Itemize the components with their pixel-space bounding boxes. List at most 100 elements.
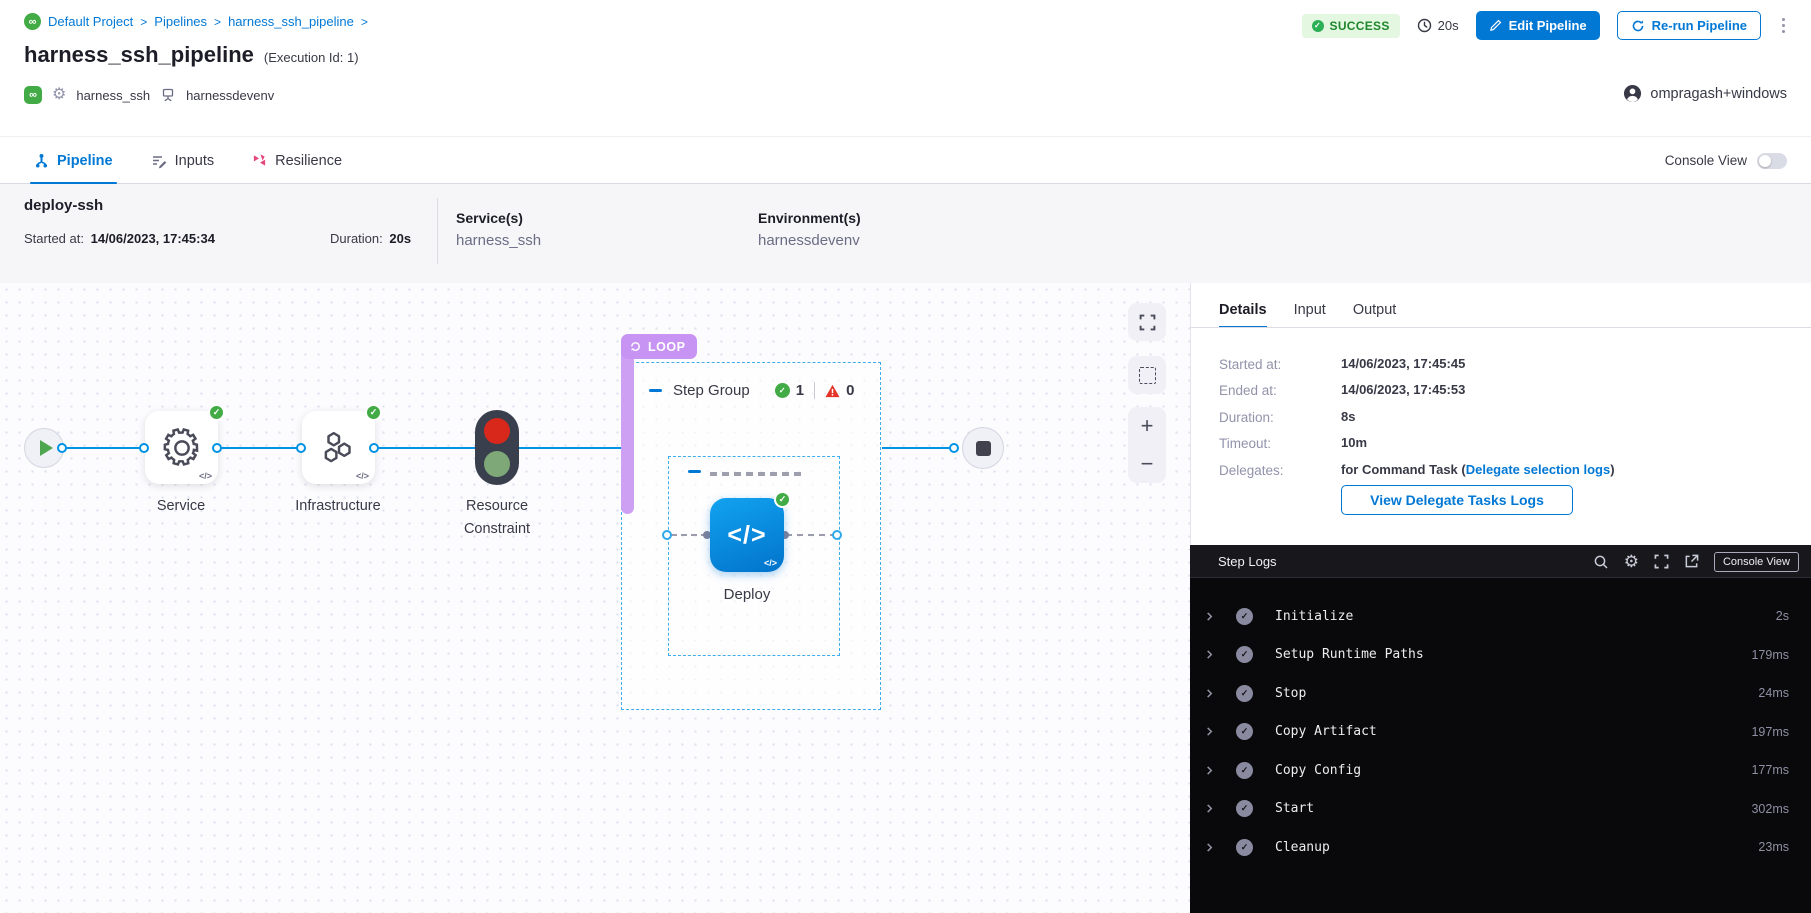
service-node[interactable]: </> ✓ <box>145 411 218 484</box>
collapse-icon[interactable] <box>688 470 701 473</box>
tab-input[interactable]: Input <box>1294 293 1326 327</box>
resource-constraint-label: Resource Constraint <box>437 495 557 541</box>
zoom-out-button[interactable]: − <box>1128 445 1166 483</box>
tab-details[interactable]: Details <box>1219 293 1267 327</box>
tab-output[interactable]: Output <box>1353 293 1397 327</box>
started-at-label: Started at: <box>1219 357 1281 372</box>
search-icon[interactable] <box>1593 554 1609 570</box>
execution-graph-canvas[interactable]: </> ✓ Service </> ✓ Infrastructure Resou… <box>0 283 1190 913</box>
chevron-right-icon[interactable] <box>1204 803 1215 814</box>
chevron-right-icon[interactable] <box>1204 842 1215 853</box>
log-row-setup-runtime-paths[interactable]: ✓ Setup Runtime Paths 179ms <box>1190 636 1811 675</box>
stop-icon <box>976 441 991 456</box>
expand-logs-icon[interactable] <box>1654 554 1669 569</box>
details-tabs: Details Input Output <box>1219 293 1396 327</box>
chevron-right-icon[interactable] <box>1204 688 1215 699</box>
tab-pipeline-label: Pipeline <box>57 153 113 169</box>
traffic-red-light <box>484 418 510 444</box>
infrastructure-node-label: Infrastructure <box>278 495 398 518</box>
code-badge: </> <box>356 471 369 481</box>
log-row-start[interactable]: ✓ Start 302ms <box>1190 790 1811 829</box>
log-settings-gear-icon[interactable]: ⚙ <box>1624 552 1639 572</box>
chevron-right-icon[interactable] <box>1204 649 1215 660</box>
console-view-button[interactable]: Console View <box>1714 552 1799 572</box>
avatar-icon <box>1623 84 1642 103</box>
open-in-new-tab-icon[interactable] <box>1684 554 1699 569</box>
infrastructure-node[interactable]: </> ✓ <box>302 411 375 484</box>
connector-dot <box>949 443 959 453</box>
duration-label: Duration: <box>1219 410 1274 425</box>
resource-constraint-node[interactable] <box>475 410 519 485</box>
traffic-green-light <box>484 451 510 477</box>
edit-pipeline-button[interactable]: Edit Pipeline <box>1476 11 1600 40</box>
console-view-toggle[interactable] <box>1757 153 1787 169</box>
stage-duration: Duration: 20s <box>330 231 411 246</box>
log-row-copy-artifact[interactable]: ✓ Copy Artifact 197ms <box>1190 713 1811 752</box>
end-node[interactable] <box>962 427 1004 469</box>
chevron-right-icon[interactable] <box>1204 726 1215 737</box>
page-title: harness_ssh_pipeline <box>24 42 254 68</box>
step-logs-panel: Step Logs ⚙ Console View ✓ Initialize <box>1190 545 1811 913</box>
pipeline-execution-page: ∞ Default Project > Pipelines > harness_… <box>0 0 1811 913</box>
success-check-icon: ✓ <box>1236 839 1253 856</box>
edge-infrastructure-resource <box>374 447 475 449</box>
rerun-pipeline-button[interactable]: Re-run Pipeline <box>1617 11 1761 40</box>
tab-pipeline[interactable]: Pipeline <box>34 137 113 184</box>
loop-strategy-badge[interactable]: LOOP <box>621 334 697 359</box>
gear-icon: ⚙ <box>52 87 66 103</box>
environments-value[interactable]: harnessdevenv <box>758 232 860 249</box>
collapse-icon[interactable] <box>649 389 662 392</box>
chevron-right-icon[interactable] <box>1204 765 1215 776</box>
command-step-icon: </> <box>727 521 766 550</box>
deploy-step-node[interactable]: </> </> ✓ <box>710 498 784 572</box>
log-row-copy-config[interactable]: ✓ Copy Config 177ms <box>1190 751 1811 790</box>
console-view-control: Console View <box>1665 137 1787 184</box>
more-options-icon[interactable] <box>1778 14 1789 37</box>
view-tabbar: Pipeline Inputs Resilience Console View <box>0 136 1811 184</box>
cd-module-icon: ∞ <box>24 86 42 104</box>
step-logs-title: Step Logs <box>1218 554 1277 569</box>
dashed-edge-left <box>671 534 707 536</box>
console-view-label: Console View <box>1665 153 1747 168</box>
user-row: ompragash+windows <box>1623 84 1787 103</box>
execution-id-label: (Execution Id: 1) <box>264 50 359 65</box>
started-at-value: 14/06/2023, 17:45:45 <box>1341 356 1465 371</box>
stage-summary-bar: deploy-ssh Started at: 14/06/2023, 17:45… <box>0 184 1811 283</box>
breadcrumb-default-project[interactable]: Default Project <box>48 14 133 29</box>
tab-inputs[interactable]: Inputs <box>151 137 215 184</box>
edge-stepgroup-end <box>882 447 952 449</box>
breadcrumb-separator: > <box>214 15 221 29</box>
service-gear-icon <box>161 427 203 469</box>
log-row-cleanup[interactable]: ✓ Cleanup 23ms <box>1190 828 1811 867</box>
log-row-stop[interactable]: ✓ Stop 24ms <box>1190 674 1811 713</box>
service-node-label: Service <box>131 495 231 518</box>
breadcrumb-pipeline-name[interactable]: harness_ssh_pipeline <box>228 14 354 29</box>
edit-pipeline-label: Edit Pipeline <box>1509 18 1587 33</box>
fit-to-screen-button[interactable] <box>1128 303 1166 341</box>
inputs-icon <box>151 153 167 169</box>
pencil-icon <box>1489 19 1502 32</box>
duration-text: 20s <box>1438 18 1459 33</box>
success-count-icon: ✓ <box>775 383 790 398</box>
inner-step-group-header <box>688 466 802 476</box>
breadcrumb-pipelines[interactable]: Pipelines <box>154 14 207 29</box>
success-check-icon: ✓ <box>1236 762 1253 779</box>
view-delegate-tasks-logs-button[interactable]: View Delegate Tasks Logs <box>1341 485 1573 515</box>
success-check-icon: ✓ <box>1236 608 1253 625</box>
step-details-panel: Details Input Output Started at: 14/06/2… <box>1190 283 1811 545</box>
status-badge: ✓ SUCCESS <box>1302 14 1400 38</box>
code-badge: </> <box>199 471 212 481</box>
tab-resilience[interactable]: Resilience <box>252 137 342 184</box>
services-value[interactable]: harness_ssh <box>456 232 541 249</box>
success-check-icon: ✓ <box>365 404 382 421</box>
zoom-in-button[interactable]: + <box>1128 407 1166 445</box>
entity-tags: ∞ ⚙ harness_ssh harnessdevenv <box>24 86 274 104</box>
edge-resource-stepgroup <box>519 447 621 449</box>
success-check-icon: ✓ <box>1236 800 1253 817</box>
chevron-right-icon[interactable] <box>1204 611 1215 622</box>
delegate-selection-logs-link[interactable]: Delegate selection logs <box>1466 462 1611 477</box>
selection-mode-button[interactable] <box>1128 356 1166 394</box>
log-row-initialize[interactable]: ✓ Initialize 2s <box>1190 597 1811 636</box>
service-tag: harness_ssh <box>76 88 150 103</box>
infrastructure-icon <box>318 427 360 469</box>
